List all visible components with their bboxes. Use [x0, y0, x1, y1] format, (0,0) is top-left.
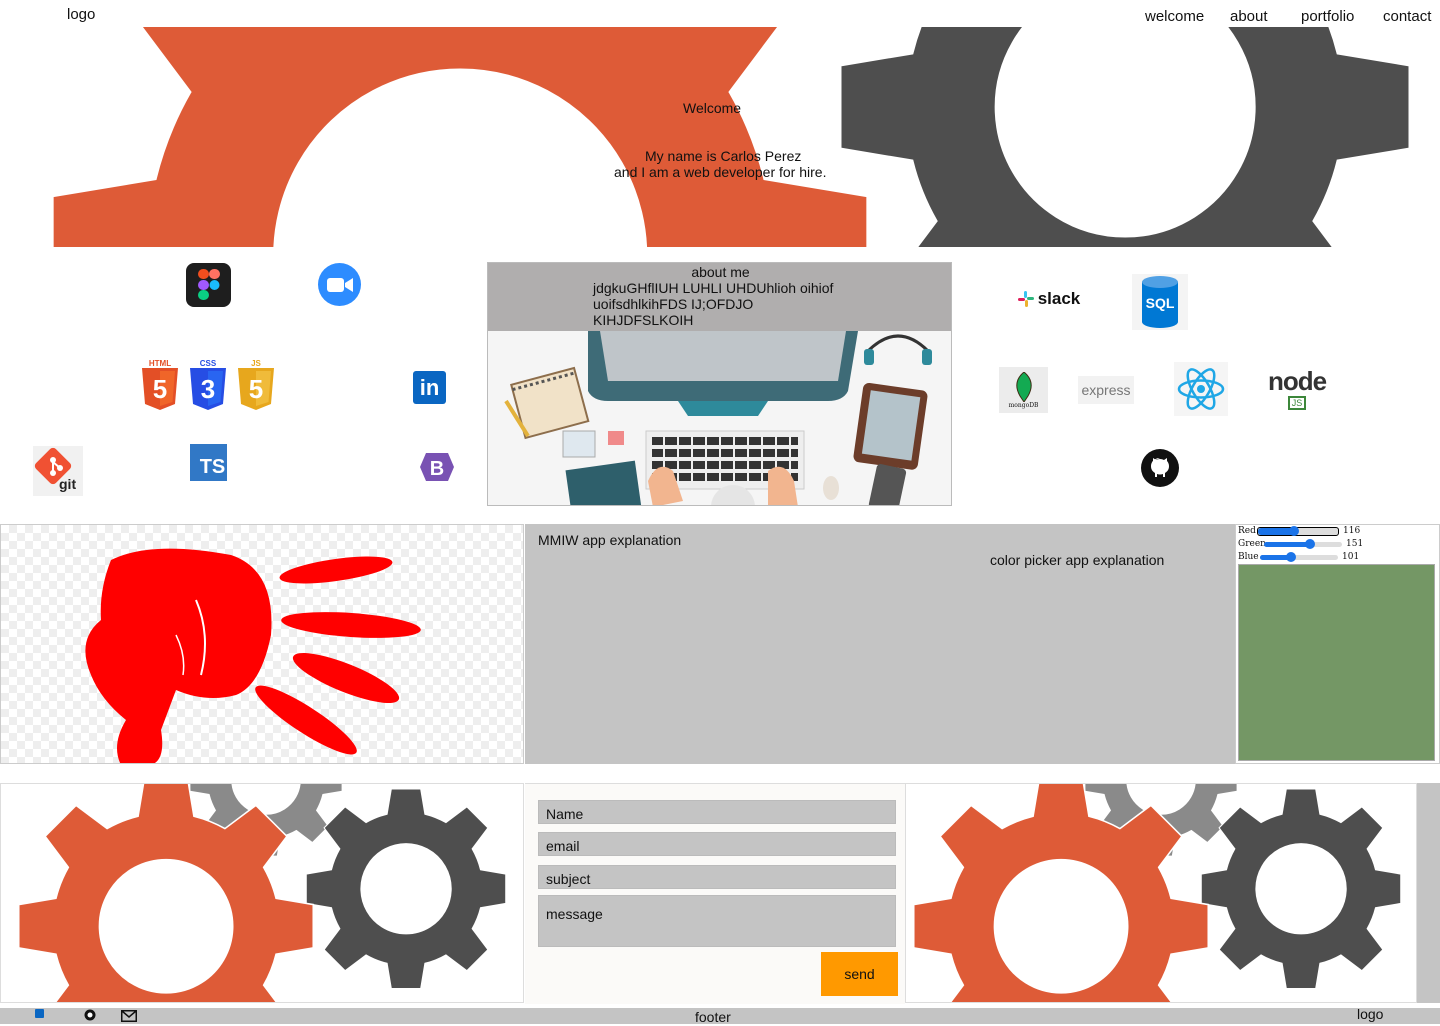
portfolio-descriptions: MMIW app explanation color picker app ex… — [525, 524, 1235, 764]
color-swatch — [1238, 564, 1435, 761]
message-field[interactable]: message — [538, 895, 896, 947]
typescript-icon: TS — [190, 444, 227, 481]
send-button[interactable]: send — [821, 952, 898, 996]
blue-slider-row: Blue 101 — [1238, 551, 1359, 563]
linkedin-icon[interactable] — [35, 1009, 44, 1018]
blue-value: 101 — [1342, 552, 1360, 562]
git-icon: git — [33, 446, 83, 496]
green-slider-row: Green 151 — [1238, 538, 1363, 550]
hero-welcome: Welcome — [683, 100, 742, 116]
red-hand-image — [85, 548, 421, 763]
red-value: 116 — [1343, 526, 1361, 536]
mmiw-explanation: MMIW app explanation — [538, 532, 682, 548]
footer-logo[interactable]: logo — [1357, 1006, 1383, 1022]
sql-icon: SQL — [1132, 274, 1188, 330]
scroll-gutter — [1417, 783, 1440, 1003]
red-slider[interactable] — [1257, 525, 1339, 536]
blue-label: Blue — [1238, 552, 1259, 562]
green-value: 151 — [1346, 539, 1364, 549]
workspace-illustration — [488, 331, 951, 505]
red-label: Red — [1238, 526, 1256, 536]
slack-icon: slack — [1014, 286, 1084, 312]
linkedin-icon[interactable]: in — [413, 371, 446, 404]
javascript-icon: JS 5 — [238, 359, 274, 415]
portfolio-section: MMIW app explanation color picker app ex… — [0, 524, 1440, 764]
mail-icon[interactable] — [121, 1010, 137, 1022]
html5-icon: HTML 5 — [142, 359, 178, 415]
gears-background-image — [0, 27, 1440, 247]
nav-welcome[interactable]: welcome — [1145, 8, 1204, 25]
gears-image-left — [0, 783, 524, 1003]
nav-portfolio[interactable]: portfolio — [1301, 8, 1354, 25]
about-card: about me jdgkuGHflIUH LUHLI UHDUhlioh oi… — [487, 262, 952, 506]
green-slider[interactable] — [1264, 538, 1342, 549]
hero-intro-line2: and I am a web developer for hire. — [614, 164, 827, 180]
hero-intro-line1: My name is Carlos Perez — [645, 148, 802, 164]
hero-banner: Welcome My name is Carlos Perez and I am… — [0, 27, 1440, 247]
subject-field[interactable]: subject — [538, 865, 896, 889]
figma-icon — [186, 263, 231, 307]
about-header: about me jdgkuGHflIUH LUHLI UHDUhlioh oi… — [488, 263, 951, 344]
nav-contact[interactable]: contact — [1383, 8, 1431, 25]
gears-image-right — [905, 783, 1417, 1003]
nav-about[interactable]: about — [1230, 8, 1268, 25]
bootstrap-icon: B — [416, 451, 458, 483]
mongodb-icon: mongoDB — [999, 367, 1048, 413]
red-slider-row: Red 116 — [1238, 525, 1360, 537]
svg-text:5: 5 — [153, 374, 167, 404]
footer-text: footer — [695, 1009, 731, 1025]
green-label: Green — [1238, 539, 1266, 549]
contact-form: Name email subject message send — [525, 783, 905, 1004]
github-icon[interactable] — [1141, 449, 1179, 487]
blue-slider[interactable] — [1260, 551, 1338, 562]
footer: footer logo — [0, 1006, 1440, 1025]
svg-text:B: B — [430, 458, 444, 480]
svg-text:SQL: SQL — [1146, 295, 1175, 311]
svg-text:5: 5 — [249, 374, 263, 404]
color-picker-app: Red 116 Green 151 Blue 101 — [1235, 524, 1440, 764]
react-icon — [1174, 362, 1228, 416]
email-field[interactable]: email — [538, 832, 896, 856]
logo[interactable]: logo — [67, 6, 95, 23]
svg-text:3: 3 — [201, 374, 215, 404]
main-nav: welcome about portfolio contact — [1120, 8, 1440, 28]
css3-icon: CSS 3 — [190, 359, 226, 415]
nodejs-icon: node JS — [1267, 366, 1327, 410]
github-icon[interactable] — [84, 1009, 96, 1021]
about-title: about me — [691, 264, 750, 280]
mmiw-app-preview[interactable] — [0, 524, 524, 764]
zoom-icon — [318, 263, 361, 306]
color-picker-explanation: color picker app explanation — [990, 552, 1165, 568]
express-icon: express — [1078, 376, 1134, 404]
name-field[interactable]: Name — [538, 800, 896, 824]
